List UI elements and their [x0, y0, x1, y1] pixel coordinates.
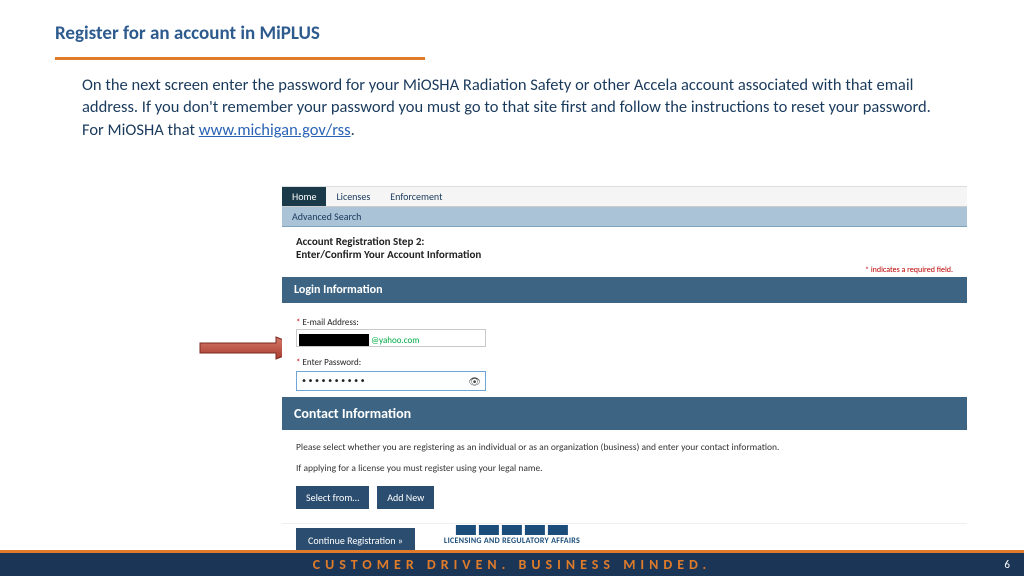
- tab-home[interactable]: Home: [282, 187, 326, 206]
- contact-info-text: Please select whether you are registerin…: [282, 430, 967, 480]
- password-label: * Enter Password:: [296, 357, 953, 368]
- contact-text-2: If applying for a license you must regis…: [296, 461, 953, 476]
- instruction-text: On the next screen enter the password fo…: [0, 60, 1024, 141]
- footer-bar: CUSTOMER DRIVEN. BUSINESS MINDED. 6: [0, 550, 1024, 576]
- required-note: * indicates a required field.: [282, 265, 967, 277]
- password-label-text: Enter Password:: [303, 357, 362, 368]
- tab-enforcement[interactable]: Enforcement: [380, 187, 452, 206]
- lara-logo-subtitle: LICENSING AND REGULATORY AFFAIRS: [444, 536, 580, 546]
- email-domain: @yahoo.com: [371, 335, 419, 346]
- tab-bar: Home Licenses Enforcement: [282, 187, 967, 207]
- add-new-button[interactable]: Add New: [377, 486, 434, 509]
- email-redacted-block: [299, 334, 369, 346]
- step-line1: Account Registration Step 2:: [296, 235, 953, 248]
- rss-link[interactable]: www.michigan.gov/rss: [199, 120, 351, 140]
- contact-info-header: Contact Information: [282, 397, 967, 430]
- tab-licenses[interactable]: Licenses: [326, 187, 380, 206]
- contact-buttons: Select from… Add New: [282, 480, 967, 523]
- lara-logo: LICENSING AND REGULATORY AFFAIRS: [444, 525, 580, 546]
- step-line2: Enter/Confirm Your Account Information: [296, 248, 953, 261]
- password-field[interactable]: •••••••••• 👁: [296, 371, 486, 391]
- app-screenshot: Home Licenses Enforcement Advanced Searc…: [282, 186, 967, 563]
- password-value: ••••••••••: [301, 376, 468, 387]
- login-info-header: Login Information: [282, 277, 967, 303]
- email-label: * E-mail Address:: [296, 317, 953, 328]
- select-from-button[interactable]: Select from…: [296, 486, 369, 509]
- step-heading: Account Registration Step 2: Enter/Confi…: [282, 227, 967, 265]
- email-field[interactable]: @yahoo.com: [296, 329, 486, 347]
- instruction-post: .: [351, 120, 355, 140]
- advanced-search-bar[interactable]: Advanced Search: [282, 207, 967, 227]
- page-number: 6: [1004, 558, 1010, 571]
- login-form: * E-mail Address: @yahoo.com * Enter Pas…: [282, 303, 967, 397]
- contact-text-1: Please select whether you are registerin…: [296, 440, 953, 455]
- lara-logo-bars: [444, 525, 580, 535]
- eye-icon[interactable]: 👁: [468, 375, 481, 388]
- footer-tagline: CUSTOMER DRIVEN. BUSINESS MINDED.: [313, 556, 712, 573]
- slide-title: Register for an account in MiPLUS: [0, 0, 1024, 49]
- email-label-text: E-mail Address:: [303, 317, 359, 328]
